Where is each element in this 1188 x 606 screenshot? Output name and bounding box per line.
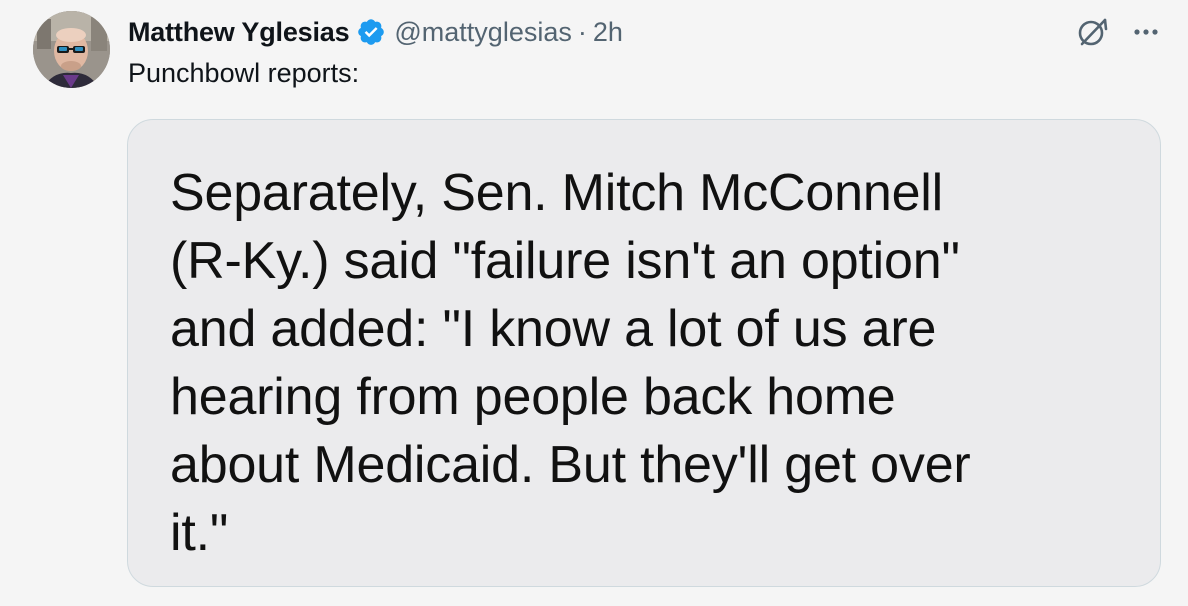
media-text-line: Separately, Sen. Mitch McConnell — [170, 164, 943, 222]
avatar[interactable] — [33, 11, 110, 88]
media-text-line: hearing from people back home — [170, 368, 896, 426]
media-text-line: about Medicaid. But they'll get over — [170, 436, 971, 494]
media-text-line: (R-Ky.) said "failure isn't an option" — [170, 232, 960, 290]
verified-badge-icon[interactable] — [356, 17, 386, 47]
author-display-name[interactable]: Matthew Yglesias — [128, 17, 350, 48]
tweet-header: Matthew Yglesias @mattyglesias · 2h — [128, 12, 623, 52]
avatar-photo — [33, 11, 110, 88]
media-text-line: it." — [170, 504, 229, 562]
media-text-line: and added: "I know a lot of us are — [170, 300, 937, 358]
more-options-icon[interactable] — [1128, 14, 1164, 50]
separator-dot: · — [577, 16, 587, 47]
tweet-text: Punchbowl reports: — [128, 58, 360, 88]
author-handle[interactable]: @mattyglesias — [394, 17, 571, 48]
tweet-media-image[interactable]: Separately, Sen. Mitch McConnell (R-Ky.)… — [127, 119, 1161, 587]
tweet[interactable]: Matthew Yglesias @mattyglesias · 2h Punc… — [0, 0, 1188, 606]
grok-icon[interactable] — [1074, 14, 1110, 50]
tweet-top-actions — [1074, 14, 1164, 50]
timestamp[interactable]: 2h — [593, 17, 623, 48]
